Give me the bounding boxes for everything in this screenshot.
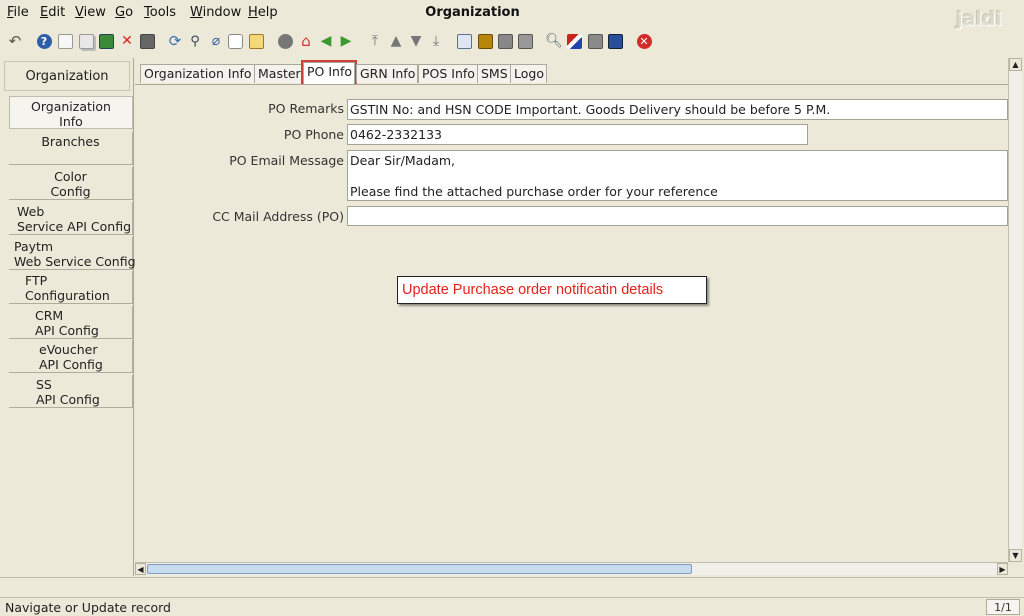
tab-organization-info[interactable]: Organization Info: [140, 64, 255, 83]
nav-item-crm-api-config[interactable]: CRM API Config: [9, 306, 133, 339]
delete-icon[interactable]: ✕: [118, 32, 136, 50]
horizontal-scrollbar[interactable]: ◀ ▶: [135, 562, 1008, 575]
status-message: Navigate or Update record: [5, 600, 171, 615]
scroll-left-icon[interactable]: ◀: [135, 563, 146, 575]
status-divider: [0, 577, 1024, 597]
status-bar: Navigate or Update record 1/1: [0, 597, 1024, 616]
home-icon[interactable]: ⌂: [297, 32, 315, 50]
undo-icon[interactable]: ↶: [6, 32, 24, 50]
archive-icon[interactable]: [476, 32, 494, 50]
horizontal-scroll-thumb[interactable]: [147, 564, 692, 574]
record-position: 1/1: [986, 599, 1020, 615]
cc-mail-address-label: CC Mail Address (PO): [212, 209, 344, 224]
annotation-callout: Update Purchase order notificatin detail…: [397, 276, 707, 304]
scroll-down-icon[interactable]: ▼: [1009, 549, 1022, 562]
menubar: File Edit View Go Tools Window Help Orga…: [0, 0, 1024, 27]
find-icon[interactable]: ⚲: [186, 32, 204, 50]
scroll-right-icon[interactable]: ▶: [997, 563, 1008, 575]
tab-master[interactable]: Master: [254, 64, 304, 83]
window-title: Organization: [425, 5, 520, 20]
nav-item-ss-api-config[interactable]: SS API Config: [9, 375, 133, 408]
process-icon[interactable]: [586, 32, 604, 50]
nav-header: Organization: [4, 61, 130, 91]
nav-item-organization-info[interactable]: Organization Info: [9, 96, 133, 129]
nav-item-color-config[interactable]: Color Config: [9, 167, 133, 200]
print-preview-icon[interactable]: [455, 32, 473, 50]
close-icon[interactable]: ✕: [635, 32, 653, 50]
new-record-icon[interactable]: [56, 32, 74, 50]
toolbar: ↶ ? ✕ ⟳ ⚲ ⌀ ⌂ ◀ ▶ ⤒ ▲ ▼ ⤓ 🔍︎ ✕: [0, 28, 1024, 56]
copy-record-icon[interactable]: [77, 32, 95, 50]
scroll-up-icon[interactable]: ▲: [1009, 58, 1022, 71]
forward-arrow-icon[interactable]: ▶: [337, 32, 355, 50]
tab-sms[interactable]: SMS: [477, 64, 511, 83]
history-icon[interactable]: [247, 32, 265, 50]
po-phone-field[interactable]: 0462-2332133: [347, 124, 808, 145]
save-disk-icon[interactable]: [138, 32, 156, 50]
tab-grn-info[interactable]: GRN Info: [356, 64, 419, 83]
po-email-message-label: PO Email Message: [229, 153, 344, 168]
attachment-icon[interactable]: ⌀: [207, 32, 225, 50]
po-email-message-field[interactable]: Dear Sir/Madam, Please find the attached…: [347, 150, 1008, 201]
po-phone-label: PO Phone: [283, 127, 344, 142]
first-record-icon[interactable]: ⤒: [366, 32, 384, 50]
nav-item-paytm-web-service-config[interactable]: Paytm Web Service Config: [9, 237, 136, 270]
form-panel: PO Remarks GSTIN No: and HSN CODE Import…: [135, 84, 1008, 562]
chat-icon[interactable]: [226, 32, 244, 50]
nav-item-ftp-configuration[interactable]: FTP Configuration: [9, 271, 133, 304]
refresh-icon[interactable]: ⟳: [166, 32, 184, 50]
nav-item-web-service-api-config[interactable]: Web Service API Config: [9, 202, 133, 235]
last-record-icon[interactable]: ⤓: [427, 32, 445, 50]
product-icon[interactable]: [606, 32, 624, 50]
po-remarks-field[interactable]: GSTIN No: and HSN CODE Important. Goods …: [347, 99, 1008, 120]
next-record-icon[interactable]: ▼: [407, 32, 425, 50]
printer-icon[interactable]: [516, 32, 534, 50]
po-remarks-label: PO Remarks: [268, 101, 344, 116]
tab-bar: Organization Info Master PO Info GRN Inf…: [140, 60, 1020, 86]
left-navigation: Organization Organization Info Branches …: [0, 58, 136, 576]
tab-logo[interactable]: Logo: [510, 64, 547, 83]
vertical-scrollbar[interactable]: ▲ ▼: [1008, 58, 1022, 562]
previous-record-icon[interactable]: ▲: [387, 32, 405, 50]
save-icon[interactable]: [97, 32, 115, 50]
nav-item-evoucher-api-config[interactable]: eVoucher API Config: [9, 340, 133, 373]
help-icon[interactable]: ?: [35, 32, 53, 50]
report-icon[interactable]: [276, 32, 294, 50]
nav-item-branches[interactable]: Branches: [9, 132, 133, 165]
zoom-icon[interactable]: 🔍︎: [545, 32, 563, 50]
tab-pos-info[interactable]: POS Info: [418, 64, 478, 83]
back-arrow-icon[interactable]: ◀: [317, 32, 335, 50]
tab-po-info[interactable]: PO Info: [300, 60, 358, 86]
print-icon[interactable]: [496, 32, 514, 50]
workflow-icon[interactable]: [565, 32, 583, 50]
cc-mail-address-field[interactable]: [347, 206, 1008, 226]
